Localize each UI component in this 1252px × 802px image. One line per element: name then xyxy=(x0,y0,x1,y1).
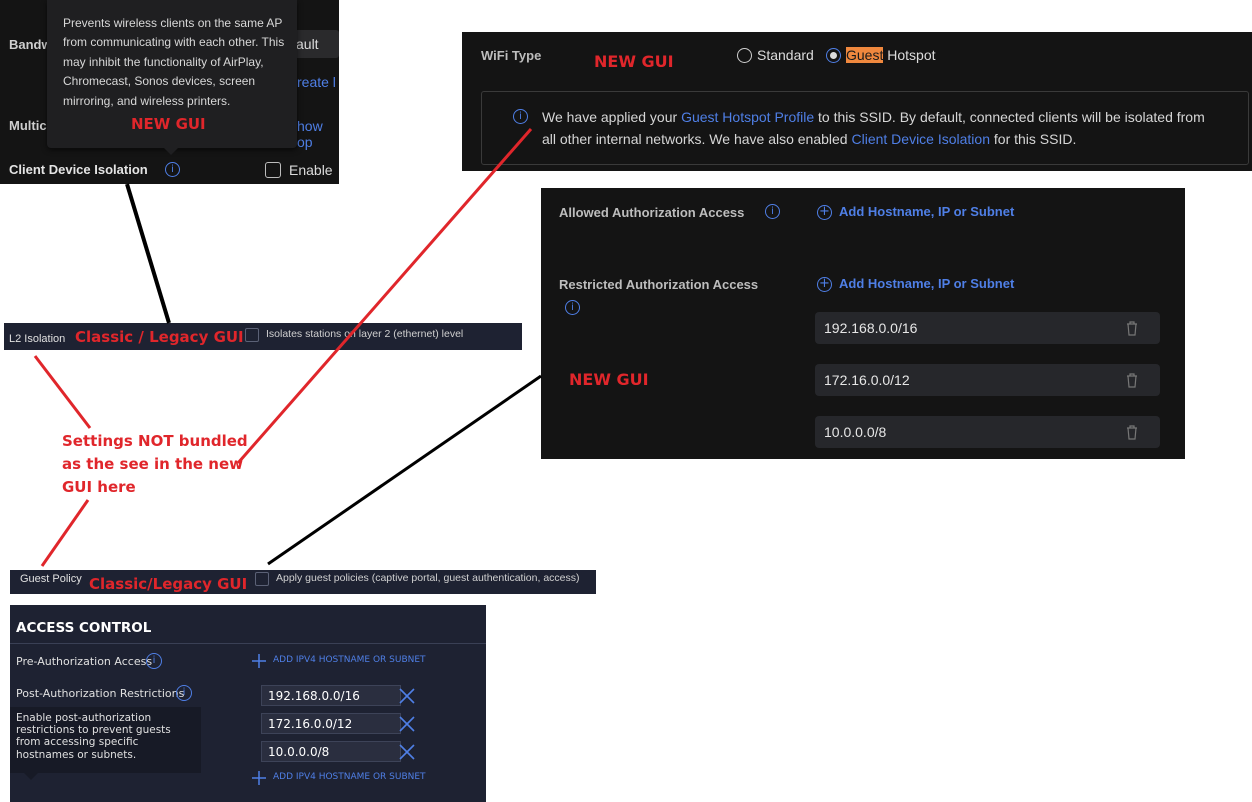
info-icon[interactable]: i xyxy=(176,685,192,701)
guest-notice-text: We have applied your Guest Hotspot Profi… xyxy=(542,106,1242,150)
red-connector-guest-policy xyxy=(40,499,90,567)
post-auth-label: Post-Authorization Restrictions xyxy=(16,687,185,700)
black-connector-isolation xyxy=(125,183,171,324)
annotation-line-2: as the see in the new xyxy=(62,455,244,473)
info-icon[interactable]: i xyxy=(165,162,180,177)
wifi-type-panel: WiFi Type NEW GUI Standard Guest Hotspot… xyxy=(462,32,1252,171)
close-icon[interactable] xyxy=(398,687,416,705)
post-auth-tooltip: Enable post-authorization restrictions t… xyxy=(10,707,201,773)
l2-isolation-checkbox-label: Isolates stations on layer 2 (ethernet) … xyxy=(266,328,464,340)
tooltip-pointer xyxy=(24,773,38,780)
info-icon: i xyxy=(513,109,528,124)
guest-policy-checkbox-label: Apply guest policies (captive portal, gu… xyxy=(276,572,580,584)
annotation-new-gui-2: NEW GUI xyxy=(594,52,674,71)
tooltip-pointer xyxy=(164,148,178,155)
guest-notice-box: i We have applied your Guest Hotspot Pro… xyxy=(481,91,1249,165)
access-control-title: ACCESS CONTROL xyxy=(16,620,152,636)
subnet-row[interactable]: 192.168.0.0/16 xyxy=(815,312,1160,344)
notice-part4: for this SSID. xyxy=(990,131,1077,147)
notice-part1: We have applied your xyxy=(542,109,682,125)
post-auth-tooltip-text: Enable post-authorization restrictions t… xyxy=(16,712,171,761)
guest-hotspot-profile-link[interactable]: Guest Hotspot Profile xyxy=(681,109,814,125)
annotation-line-3: GUI here xyxy=(62,478,136,496)
radio-guest-hotspot[interactable] xyxy=(826,48,841,63)
subnet-value: 10.0.0.0/8 xyxy=(824,424,887,440)
guest-policy-checkbox[interactable] xyxy=(255,572,269,586)
red-connector-l2 xyxy=(33,355,92,429)
enable-checkbox[interactable] xyxy=(265,162,281,178)
annotation-classic-gui-1: Classic / Legacy GUI xyxy=(75,328,244,346)
subnet-value: 172.16.0.0/12 xyxy=(824,372,910,388)
radio-standard-label: Standard xyxy=(757,47,814,63)
l2-isolation-checkbox[interactable] xyxy=(245,328,259,342)
subnet-value: 172.16.0.0/12 xyxy=(268,717,353,731)
bandwidth-select-value: ault xyxy=(296,36,319,52)
trash-icon[interactable] xyxy=(1125,372,1139,388)
add-circle-icon: + xyxy=(817,205,832,220)
enable-label: Enable xyxy=(289,162,333,178)
client-device-isolation-link[interactable]: Client Device Isolation xyxy=(851,131,990,147)
pre-auth-label: Pre-Authorization Access xyxy=(16,655,153,668)
subnet-row[interactable]: 10.0.0.0/8 xyxy=(815,416,1160,448)
legacy-guest-policy-bar: Guest Policy Classic/Legacy GUI Apply gu… xyxy=(10,570,596,594)
tooltip-text: Prevents wireless clients on the same AP… xyxy=(63,16,285,108)
guest-policy-label: Guest Policy xyxy=(20,573,82,585)
plus-icon xyxy=(252,771,266,785)
client-isolation-label: Client Device Isolation xyxy=(9,162,148,177)
multicast-label-partial: Multic xyxy=(9,118,47,133)
info-icon[interactable]: i xyxy=(146,653,162,669)
restricted-add-label: Add Hostname, IP or Subnet xyxy=(839,276,1015,291)
isolation-tooltip: Prevents wireless clients on the same AP… xyxy=(47,0,297,148)
legacy-access-control-panel: ACCESS CONTROL Pre-Authorization Access … xyxy=(10,605,486,802)
allowed-add-label: Add Hostname, IP or Subnet xyxy=(839,204,1015,219)
wifi-type-label: WiFi Type xyxy=(481,48,542,63)
create-link-partial[interactable]: reate l xyxy=(297,74,336,90)
restricted-access-label: Restricted Authorization Access xyxy=(559,277,759,292)
post-auth-subnet-input[interactable]: 10.0.0.0/8 xyxy=(261,741,401,762)
annotation-classic-gui-2: Classic/Legacy GUI xyxy=(89,575,248,593)
show-options-link-partial[interactable]: how op xyxy=(297,118,339,150)
hotspot-text: Hotspot xyxy=(883,47,936,63)
add-circle-icon: + xyxy=(817,277,832,292)
bandwidth-label-partial: Bandw xyxy=(9,37,52,52)
radio-standard[interactable] xyxy=(737,48,752,63)
notice-part3: all other internal networks. We have als… xyxy=(542,131,852,147)
subnet-value: 192.168.0.0/16 xyxy=(824,320,918,336)
close-icon[interactable] xyxy=(398,743,416,761)
guest-highlight: Guest xyxy=(846,47,884,63)
trash-icon[interactable] xyxy=(1125,320,1139,336)
plus-icon xyxy=(252,654,266,668)
radio-selected-dot xyxy=(830,52,837,59)
radio-guest-hotspot-label: Guest Hotspot xyxy=(846,47,936,63)
l2-isolation-label: L2 Isolation xyxy=(9,333,66,345)
settings-not-bundled-annotation: Settings NOT bundled as the see in the n… xyxy=(62,430,248,499)
post-auth-add-label: ADD IPV4 HOSTNAME OR SUBNET xyxy=(273,772,426,782)
legacy-l2-isolation-bar: L2 Isolation Classic / Legacy GUI Isolat… xyxy=(4,323,522,350)
title-divider xyxy=(10,643,486,644)
pre-auth-add-label: ADD IPV4 HOSTNAME OR SUBNET xyxy=(273,655,426,665)
post-auth-subnet-input[interactable]: 172.16.0.0/12 xyxy=(261,713,401,734)
black-connector-guest-policy xyxy=(267,374,542,566)
info-icon[interactable]: i xyxy=(765,204,780,219)
annotation-line-1: Settings NOT bundled xyxy=(62,432,248,450)
close-icon[interactable] xyxy=(398,715,416,733)
trash-icon[interactable] xyxy=(1125,424,1139,440)
notice-part2: to this SSID. By default, connected clie… xyxy=(814,109,1205,125)
allowed-access-label: Allowed Authorization Access xyxy=(559,205,745,220)
annotation-new-gui-3: NEW GUI xyxy=(569,370,649,389)
subnet-value: 192.168.0.0/16 xyxy=(268,689,360,703)
subnet-row[interactable]: 172.16.0.0/12 xyxy=(815,364,1160,396)
post-auth-subnet-input[interactable]: 192.168.0.0/16 xyxy=(261,685,401,706)
subnet-value: 10.0.0.0/8 xyxy=(268,745,330,759)
info-icon[interactable]: i xyxy=(565,300,580,315)
annotation-new-gui-1: NEW GUI xyxy=(131,115,206,133)
